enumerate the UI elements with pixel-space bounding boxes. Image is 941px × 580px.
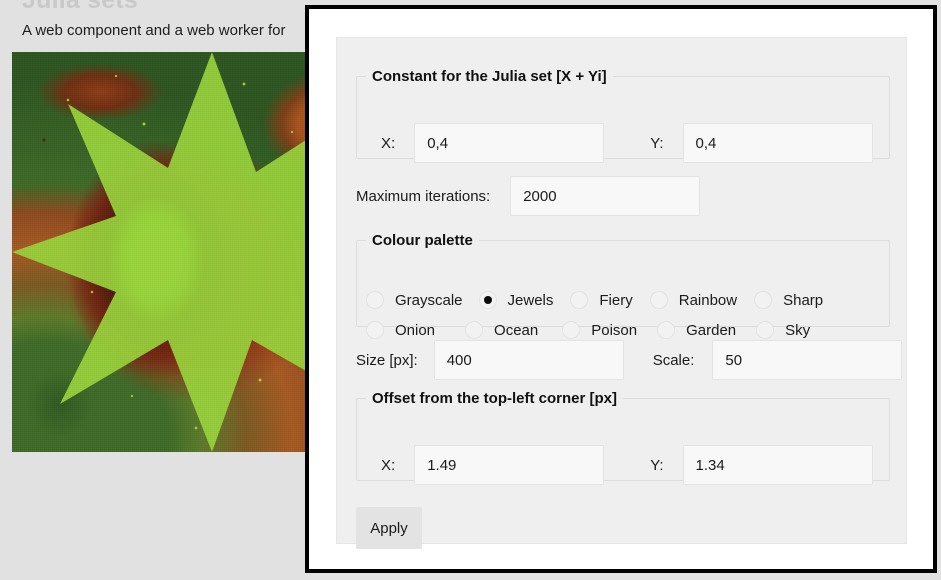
- radio-icon[interactable]: [756, 321, 775, 339]
- palette-option-label: Poison: [591, 321, 638, 339]
- colour-palette-group: Colour palette Grayscale Jewels Fiery Ra…: [356, 232, 890, 339]
- radio-icon[interactable]: [754, 291, 773, 309]
- palette-option-grayscale[interactable]: Grayscale: [366, 291, 463, 309]
- radio-icon[interactable]: [478, 291, 497, 309]
- offset-y-input[interactable]: [682, 445, 873, 485]
- offset-x-input[interactable]: [414, 445, 605, 485]
- offset-y-label: Y:: [650, 456, 664, 474]
- julia-constant-legend: Constant for the Julia set [X + Yi]: [372, 68, 607, 85]
- palette-option-poison[interactable]: Poison: [562, 321, 637, 339]
- palette-option-fiery[interactable]: Fiery: [570, 291, 633, 309]
- palette-option-label: Ocean: [494, 321, 539, 339]
- palette-option-label: Jewels: [507, 291, 554, 309]
- palette-radio-grid: Grayscale Jewels Fiery Rainbow Sharp Oni…: [357, 285, 891, 345]
- radio-icon[interactable]: [366, 291, 384, 309]
- offset-group: Offset from the top-left corner [px] X: …: [356, 390, 890, 485]
- size-label: Size [px]:: [356, 351, 418, 369]
- max-iterations-row: Maximum iterations:: [356, 176, 890, 216]
- max-iterations-input[interactable]: [510, 176, 701, 216]
- palette-option-onion[interactable]: Onion: [366, 321, 435, 339]
- palette-option-label: Sharp: [783, 291, 824, 309]
- palette-option-jewels[interactable]: Jewels: [478, 291, 554, 309]
- scale-label: Scale:: [652, 351, 695, 369]
- offset-legend: Offset from the top-left corner [px]: [372, 390, 618, 407]
- palette-option-label: Grayscale: [395, 291, 463, 309]
- size-input[interactable]: [433, 340, 624, 380]
- palette-option-label: Garden: [686, 321, 737, 339]
- settings-form: Constant for the Julia set [X + Yi] X: Y…: [336, 37, 907, 549]
- julia-constant-row: X: Y:: [357, 123, 891, 163]
- size-scale-row: Size [px]: Scale:: [356, 340, 903, 380]
- julia-y-input[interactable]: [682, 123, 873, 163]
- palette-option-garden[interactable]: Garden: [657, 321, 736, 339]
- page-title: Julia sets: [22, 0, 138, 14]
- offset-row: X: Y:: [357, 445, 891, 485]
- apply-button[interactable]: Apply: [356, 507, 422, 549]
- palette-option-label: Sky: [785, 321, 811, 339]
- radio-icon[interactable]: [657, 321, 676, 339]
- radio-icon[interactable]: [570, 291, 589, 309]
- scale-input[interactable]: [712, 340, 903, 380]
- max-iterations-label: Maximum iterations:: [356, 187, 491, 205]
- julia-x-label: X:: [381, 134, 396, 152]
- palette-option-sharp[interactable]: Sharp: [754, 291, 823, 309]
- radio-icon[interactable]: [366, 321, 384, 339]
- screen: Julia sets A web component and a web wor…: [0, 0, 941, 580]
- offset-x-label: X:: [381, 456, 396, 474]
- palette-radio-row-1: Grayscale Jewels Fiery Rainbow Sharp: [357, 285, 891, 315]
- radio-icon[interactable]: [649, 291, 668, 309]
- radio-icon[interactable]: [562, 321, 581, 339]
- page-subtitle: A web component and a web worker for: [22, 22, 286, 39]
- settings-dialog: Constant for the Julia set [X + Yi] X: Y…: [305, 5, 937, 573]
- colour-palette-legend: Colour palette: [372, 232, 473, 249]
- julia-constant-group: Constant for the Julia set [X + Yi] X: Y…: [356, 68, 890, 163]
- palette-option-label: Rainbow: [678, 291, 738, 309]
- palette-option-rainbow[interactable]: Rainbow: [649, 291, 738, 309]
- palette-option-sky[interactable]: Sky: [756, 321, 810, 339]
- julia-y-label: Y:: [650, 134, 664, 152]
- julia-x-input[interactable]: [414, 123, 605, 163]
- radio-icon[interactable]: [465, 321, 484, 339]
- palette-option-ocean[interactable]: Ocean: [465, 321, 538, 339]
- palette-option-label: Fiery: [599, 291, 633, 309]
- palette-option-label: Onion: [395, 321, 436, 339]
